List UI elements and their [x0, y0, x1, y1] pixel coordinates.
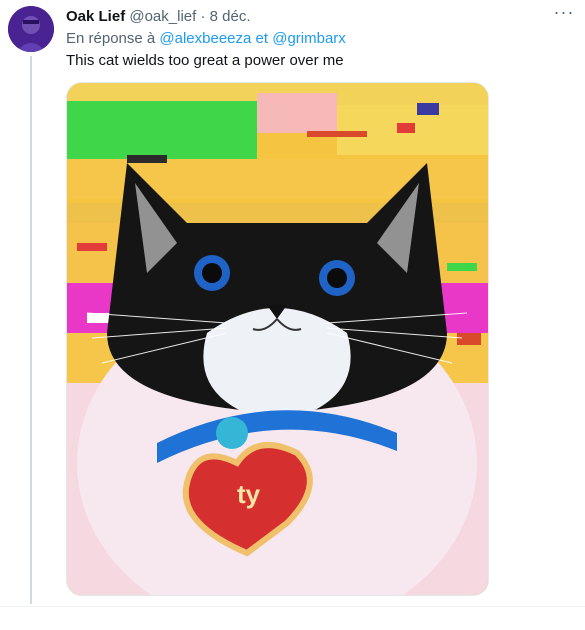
- author-name[interactable]: Oak Lief: [66, 8, 125, 25]
- separator: ·: [200, 8, 206, 25]
- tweet[interactable]: Oak Lief @oak_lief · 8 déc. ··· En répon…: [0, 0, 585, 630]
- reply-context: En réponse à @alexbeeeza et @grimbarx: [66, 30, 346, 48]
- more-horizontal-icon[interactable]: ···: [552, 3, 576, 26]
- author-handle[interactable]: @oak_lief: [129, 8, 196, 25]
- mention-joiner: et: [255, 30, 269, 47]
- reply-prefix: En réponse à: [66, 30, 156, 47]
- thread-line: [30, 56, 32, 604]
- bottom-divider: [0, 606, 585, 607]
- tweet-text: This cat wields too great a power over m…: [66, 52, 344, 69]
- tweet-date[interactable]: 8 déc.: [210, 8, 251, 25]
- cat-illustration: ty: [67, 83, 488, 595]
- tag-text: ty: [237, 479, 261, 509]
- tweet-image[interactable]: ty: [66, 82, 489, 596]
- tweet-header: Oak Lief @oak_lief · 8 déc.: [66, 8, 251, 26]
- mention-link[interactable]: @grimbarx: [272, 30, 346, 47]
- mention-link[interactable]: @alexbeeeza: [159, 30, 251, 47]
- avatar[interactable]: [8, 6, 54, 52]
